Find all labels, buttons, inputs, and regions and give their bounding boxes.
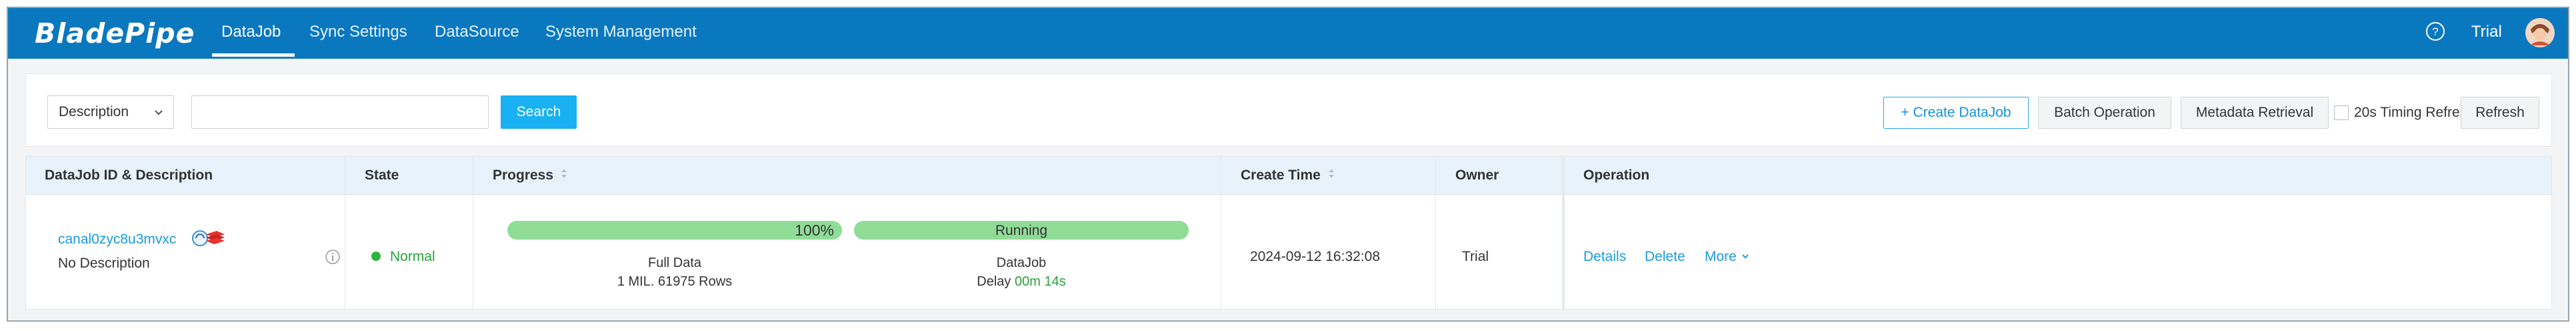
chevron-down-icon xyxy=(153,105,164,121)
datasource-icons xyxy=(191,229,229,251)
filter-select-value: Description xyxy=(59,104,129,119)
column-header-owner: Owner xyxy=(1455,168,1499,183)
chevron-down-icon xyxy=(1741,249,1750,264)
delay-text: Delay 00m 14s xyxy=(921,274,1121,290)
more-label: More xyxy=(1705,249,1737,264)
incremental-label: DataJob xyxy=(996,256,1047,270)
nav-sync-settings[interactable]: Sync Settings xyxy=(309,23,407,41)
metadata-retrieval-button[interactable]: Metadata Retrieval xyxy=(2181,97,2329,129)
avatar[interactable] xyxy=(2525,17,2555,51)
incremental-status: Running xyxy=(995,223,1048,238)
create-datajob-button[interactable]: + Create DataJob xyxy=(1883,97,2029,129)
column-header-create-time[interactable]: Create Time xyxy=(1241,168,1335,184)
delete-link[interactable]: Delete xyxy=(1645,249,1685,265)
full-data-label: Full Data xyxy=(647,256,702,270)
incremental-status-bar: Running xyxy=(854,221,1189,240)
sort-icon[interactable] xyxy=(560,168,568,184)
sort-icon[interactable] xyxy=(1327,168,1335,184)
top-navbar: BladePipe DataJob Sync Settings DataSour… xyxy=(8,8,2568,59)
column-header-state: State xyxy=(365,168,399,183)
full-data-percent: 100% xyxy=(795,222,834,239)
svg-text:?: ? xyxy=(2432,25,2438,38)
owner: Trial xyxy=(1462,249,1489,264)
column-header-id: DataJob ID & Description xyxy=(45,168,213,183)
more-dropdown[interactable]: More xyxy=(1705,249,1750,265)
status-text: Normal xyxy=(390,249,435,264)
nav-active-indicator xyxy=(212,53,295,57)
timing-refresh-label[interactable]: 20s Timing Refresh xyxy=(2354,105,2475,121)
status-dot xyxy=(371,252,381,261)
datajob-id-link[interactable]: canal0zyc8u3mvxc xyxy=(58,232,176,248)
details-link[interactable]: Details xyxy=(1583,249,1626,265)
full-data-rows: 1 MIL. 61975 Rows xyxy=(617,274,733,289)
filter-select[interactable]: Description xyxy=(47,95,174,129)
search-input[interactable] xyxy=(191,95,489,129)
app-window: BladePipe DataJob Sync Settings DataSour… xyxy=(7,7,2569,322)
brand-logo[interactable]: BladePipe xyxy=(35,17,195,49)
refresh-button[interactable]: Refresh xyxy=(2461,97,2539,129)
create-time: 2024-09-12 16:32:08 xyxy=(1250,249,1380,264)
batch-operation-button[interactable]: Batch Operation xyxy=(2038,97,2171,129)
table-header: DataJob ID & Description State Progress … xyxy=(26,157,2551,195)
nav-datajob[interactable]: DataJob xyxy=(221,23,281,41)
user-name[interactable]: Trial xyxy=(2471,23,2502,41)
delay-value: 00m 14s xyxy=(1014,274,1066,289)
timing-refresh-checkbox[interactable] xyxy=(2334,105,2349,120)
column-header-progress[interactable]: Progress xyxy=(493,168,568,184)
full-data-progress-bar: 100% xyxy=(507,221,842,240)
toolbar-panel: Description Search + Create DataJob Batc… xyxy=(25,73,2552,147)
nav-system-management[interactable]: System Management xyxy=(545,23,697,41)
delay-label: Delay xyxy=(977,274,1011,289)
help-icon[interactable]: ? xyxy=(2425,21,2446,45)
column-header-create-time-label: Create Time xyxy=(1241,168,1321,183)
column-divider xyxy=(1435,157,1436,309)
datajob-description: No Description xyxy=(58,256,150,271)
column-header-progress-label: Progress xyxy=(493,168,554,183)
nav-datasource[interactable]: DataSource xyxy=(435,23,519,41)
datajob-table: DataJob ID & Description State Progress … xyxy=(25,156,2552,310)
fixed-column-divider xyxy=(1562,157,1565,309)
search-button[interactable]: Search xyxy=(501,95,577,129)
column-header-operation: Operation xyxy=(1583,168,1650,183)
info-icon[interactable] xyxy=(325,249,341,268)
